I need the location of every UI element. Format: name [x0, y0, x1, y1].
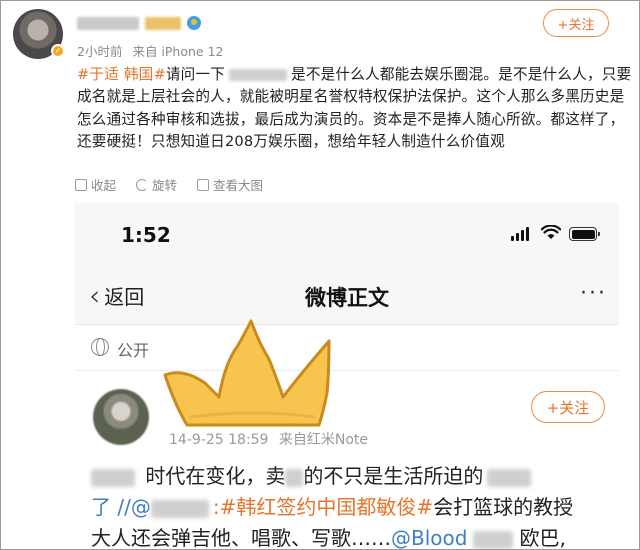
redacted-name-1 [91, 468, 135, 487]
follow-button[interactable]: +关注 [543, 9, 609, 37]
view-large-action[interactable]: 查看大图 [197, 175, 263, 194]
redacted-name-2 [487, 468, 532, 487]
username-redacted [77, 16, 139, 30]
redacted-mention-2 [150, 499, 209, 518]
inner-follow-button[interactable]: +关注 [531, 391, 605, 423]
inner-line3-a: 大人还会弹吉他、唱歌、写歌…… [91, 526, 391, 550]
username-badge-redacted [145, 16, 181, 30]
inner-line-1: 时代在变化，卖 的不只是生活所迫的 [91, 461, 611, 492]
status-clock: 1:52 [121, 223, 171, 247]
username-row[interactable] [77, 15, 201, 31]
image-actions: 收起 旋转 查看大图 [75, 175, 263, 194]
inner-line3-b: 欧巴, [519, 526, 566, 550]
collapse-label: 收起 [91, 178, 117, 193]
inner-hashtag[interactable]: :#韩红签约中国都敏俊# [213, 495, 433, 519]
inner-line1-b: 的不只是生活所迫的 [303, 464, 484, 488]
signal-icon [511, 227, 529, 241]
redacted-mention [229, 69, 288, 81]
rotate-label: 旋转 [152, 178, 178, 193]
inner-line2-suffix: 会打篮球的教授 [433, 495, 574, 519]
post-time: 2小时前 [77, 44, 123, 59]
post-meta: 2小时前 来自 iPhone 12 [77, 41, 223, 60]
inner-post-source: 来自红米Note [278, 432, 369, 448]
inner-post-meta: 14-9-25 18:59 来自红米Note [169, 429, 368, 449]
view-large-label: 查看大图 [213, 178, 264, 193]
battery-icon [569, 227, 600, 241]
screenshot-frame: ✓ 2小时前 来自 iPhone 12 +关注 #于适 韩国#请问一下 是不是什么… [0, 0, 640, 550]
rotate-action[interactable]: 旋转 [136, 175, 177, 194]
visibility-label: 公开 [117, 341, 150, 360]
post-source: 来自 iPhone 12 [132, 44, 224, 59]
post-body: #于适 韩国#请问一下 是不是什么人都能去娱乐圈混。是不是什么人，只要成名就是上层… [77, 64, 633, 154]
inner-post-time: 14-9-25 18:59 [169, 432, 269, 448]
post-text-part1: 请问一下 [165, 66, 226, 83]
inner-line-3: 大人还会弹吉他、唱歌、写歌……@Blood 欧巴, [91, 523, 611, 550]
vip-icon [187, 16, 201, 30]
rotate-icon [136, 178, 149, 191]
inner-line1-a: 时代在变化，卖 [145, 464, 286, 488]
collapse-icon [75, 178, 87, 191]
inner-line2-prefix: 了 //@ [91, 495, 151, 519]
post-hashtag[interactable]: #于适 韩国# [77, 66, 166, 83]
collapse-action[interactable]: 收起 [75, 175, 116, 194]
inner-line-2: 了 //@ :#韩红签约中国都敏俊#会打篮球的教授 [91, 492, 611, 523]
inner-avatar[interactable] [93, 389, 149, 445]
globe-icon [91, 338, 109, 356]
nav-title: 微博正文 [305, 286, 389, 310]
redacted-char [285, 468, 304, 487]
status-bar: 1:52 [75, 203, 619, 265]
crown-sticker-icon [163, 319, 331, 427]
verified-badge-icon: ✓ [51, 44, 65, 58]
enlarge-icon [197, 178, 210, 191]
more-options-icon[interactable]: ··· [580, 281, 607, 306]
inner-post-body: 时代在变化，卖 的不只是生活所迫的 了 //@ :#韩红签约中国都敏俊#会打篮球的教… [91, 461, 611, 550]
inner-mention[interactable]: @Blood [391, 526, 467, 549]
redacted-mention-3 [473, 530, 514, 549]
wifi-icon [540, 224, 562, 245]
